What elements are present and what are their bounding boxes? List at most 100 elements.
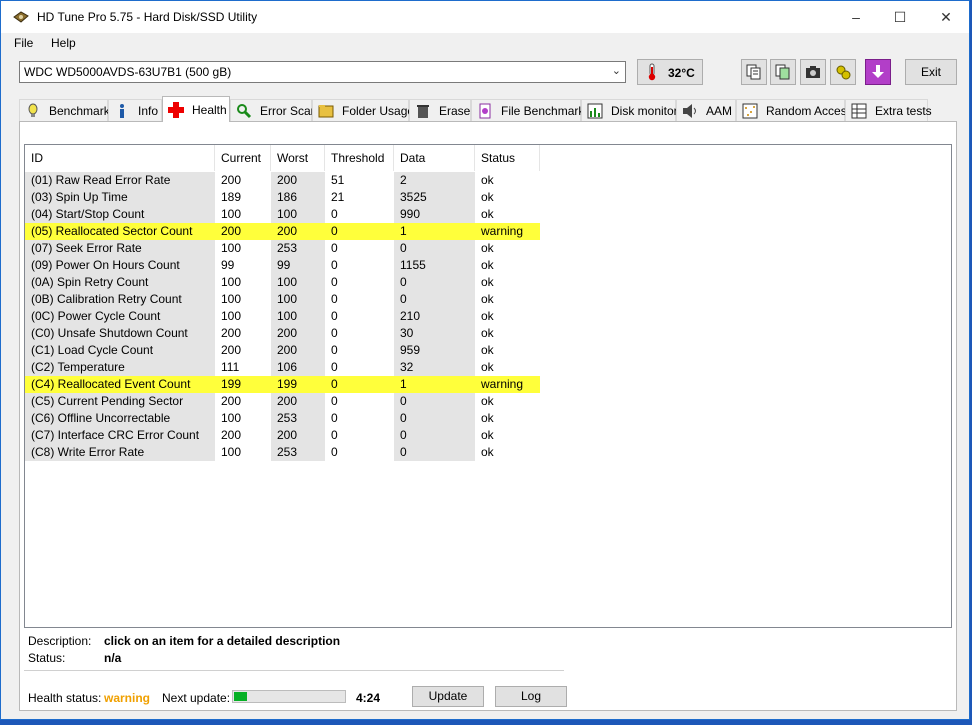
cell-data: 0 [394,274,475,291]
tab-erase[interactable]: Erase [409,99,471,121]
column-header-data[interactable]: Data [394,145,475,171]
status-label: Status: [28,651,66,665]
cell-worst: 200 [271,172,325,189]
cell-status: ok [481,207,494,221]
cell-status: ok [481,326,494,340]
cell-status: ok [481,343,494,357]
table-row[interactable]: (C7) Interface CRC Error Count 200 200 0 0 ok [25,427,540,444]
cell-current: 100 [221,411,242,425]
table-row[interactable]: (0C) Power Cycle Count 100 100 0 210 ok [25,308,540,325]
table-row[interactable]: (C0) Unsafe Shutdown Count 200 200 0 30 ok [25,325,540,342]
cell-threshold: 51 [331,173,345,187]
cell-worst: 253 [271,410,325,427]
menu-bar: File Help [1,33,969,53]
cell-worst: 253 [271,444,325,461]
table-row[interactable]: (C4) Reallocated Event Count 199 199 0 1 warn… [25,376,540,393]
cell-worst: 186 [271,189,325,206]
tab-health[interactable]: Health [162,96,230,122]
status-value: n/a [104,651,122,665]
cell-data: 3525 [394,189,475,206]
cell-id: (0A) Spin Retry Count [25,274,215,291]
cell-current: 100 [221,207,242,221]
tab-random-access[interactable]: Random Access [736,99,853,121]
cell-data: 1 [394,376,475,393]
cell-id: (C5) Current Pending Sector [25,393,215,410]
chevron-down-icon: ⌄ [611,65,621,77]
erase-icon [417,105,429,118]
table-row[interactable]: (0A) Spin Retry Count 100 100 0 0 ok [25,274,540,291]
close-button[interactable]: ✕ [923,1,969,33]
drive-select-value: WDC WD5000AVDS-63U7B1 (500 gB) [24,65,232,79]
table-row[interactable]: (01) Raw Read Error Rate 200 200 51 2 ok [25,172,540,189]
log-button[interactable]: Log [495,686,567,707]
table-row[interactable]: (07) Seek Error Rate 100 253 0 0 ok [25,240,540,257]
cell-worst: 200 [271,427,325,444]
table-row[interactable]: (C1) Load Cycle Count 200 200 0 959 ok [25,342,540,359]
save-button[interactable] [865,59,891,85]
tab-error-scan[interactable]: Error Scan [230,99,317,121]
cell-worst: 199 [271,376,325,393]
cell-id: (C8) Write Error Rate [25,444,215,461]
column-header-worst[interactable]: Worst [271,145,325,171]
tab-aam[interactable]: AAM [676,99,736,121]
cell-data: 0 [394,444,475,461]
screenshot-button[interactable] [800,59,826,85]
update-button[interactable]: Update [412,686,484,707]
cell-threshold: 0 [331,207,338,221]
cell-worst: 200 [271,223,325,240]
cell-status: ok [481,190,494,204]
table-row[interactable]: (03) Spin Up Time 189 186 21 3525 ok [25,189,540,206]
cell-current: 111 [221,360,240,374]
cell-threshold: 0 [331,343,338,357]
copy-screenshot-button[interactable] [770,59,796,85]
column-header-current[interactable]: Current [215,145,271,171]
cell-id: (07) Seek Error Rate [25,240,215,257]
cell-data: 0 [394,393,475,410]
cell-threshold: 0 [331,292,338,306]
cell-threshold: 0 [331,326,338,340]
table-row[interactable]: (C2) Temperature 111 106 0 32 ok [25,359,540,376]
tab-benchmark[interactable]: Benchmark [19,99,110,121]
cell-threshold: 0 [331,275,338,289]
options-button[interactable] [830,59,856,85]
table-row[interactable]: (0B) Calibration Retry Count 100 100 0 0 ok [25,291,540,308]
cell-data: 0 [394,427,475,444]
drive-select[interactable]: WDC WD5000AVDS-63U7B1 (500 gB) ⌄ [19,61,626,83]
menu-file[interactable]: File [14,36,33,50]
column-header-status[interactable]: Status [475,145,540,171]
menu-help[interactable]: Help [51,36,76,50]
save-icon [872,65,884,78]
tab-info[interactable]: Info [108,99,162,121]
tab-file-benchmark[interactable]: File Benchmark [471,99,584,121]
description-label: Description: [28,634,92,648]
cell-status: ok [481,411,494,425]
next-update-progress [232,690,346,703]
cell-data: 30 [394,325,475,342]
maximize-button[interactable]: ☐ [877,1,923,33]
tab-extra-tests[interactable]: Extra tests [845,99,932,121]
table-row[interactable]: (C8) Write Error Rate 100 253 0 0 ok [25,444,540,461]
camera-icon [806,66,820,78]
cell-current: 100 [221,445,242,459]
cell-status: ok [481,292,494,306]
table-row[interactable]: (05) Reallocated Sector Count 200 200 0 1 war… [25,223,540,240]
table-row[interactable]: (C6) Offline Uncorrectable 100 253 0 0 ok [25,410,540,427]
smart-table[interactable]: ID Current Worst Threshold Data Status (… [24,144,952,628]
cell-threshold: 0 [331,241,338,255]
exit-button[interactable]: Exit [905,59,957,85]
table-row[interactable]: (04) Start/Stop Count 100 100 0 990 ok [25,206,540,223]
cell-current: 200 [221,428,242,442]
column-header-threshold[interactable]: Threshold [325,145,394,171]
minimize-button[interactable]: – [833,1,879,33]
temperature-value: 32°C [668,66,695,80]
temperature-display[interactable]: 32°C [637,59,703,85]
copy-text-button[interactable] [741,59,767,85]
tab-disk-monitor[interactable]: Disk monitor [581,99,678,121]
cell-id: (0C) Power Cycle Count [25,308,215,325]
table-row[interactable]: (C5) Current Pending Sector 200 200 0 0 ok [25,393,540,410]
column-header-id[interactable]: ID [25,145,215,171]
cell-data: 0 [394,240,475,257]
tab-folder-usage[interactable]: Folder Usage [312,99,414,121]
table-row[interactable]: (09) Power On Hours Count 99 99 0 1155 ok [25,257,540,274]
progress-fill [234,692,247,701]
